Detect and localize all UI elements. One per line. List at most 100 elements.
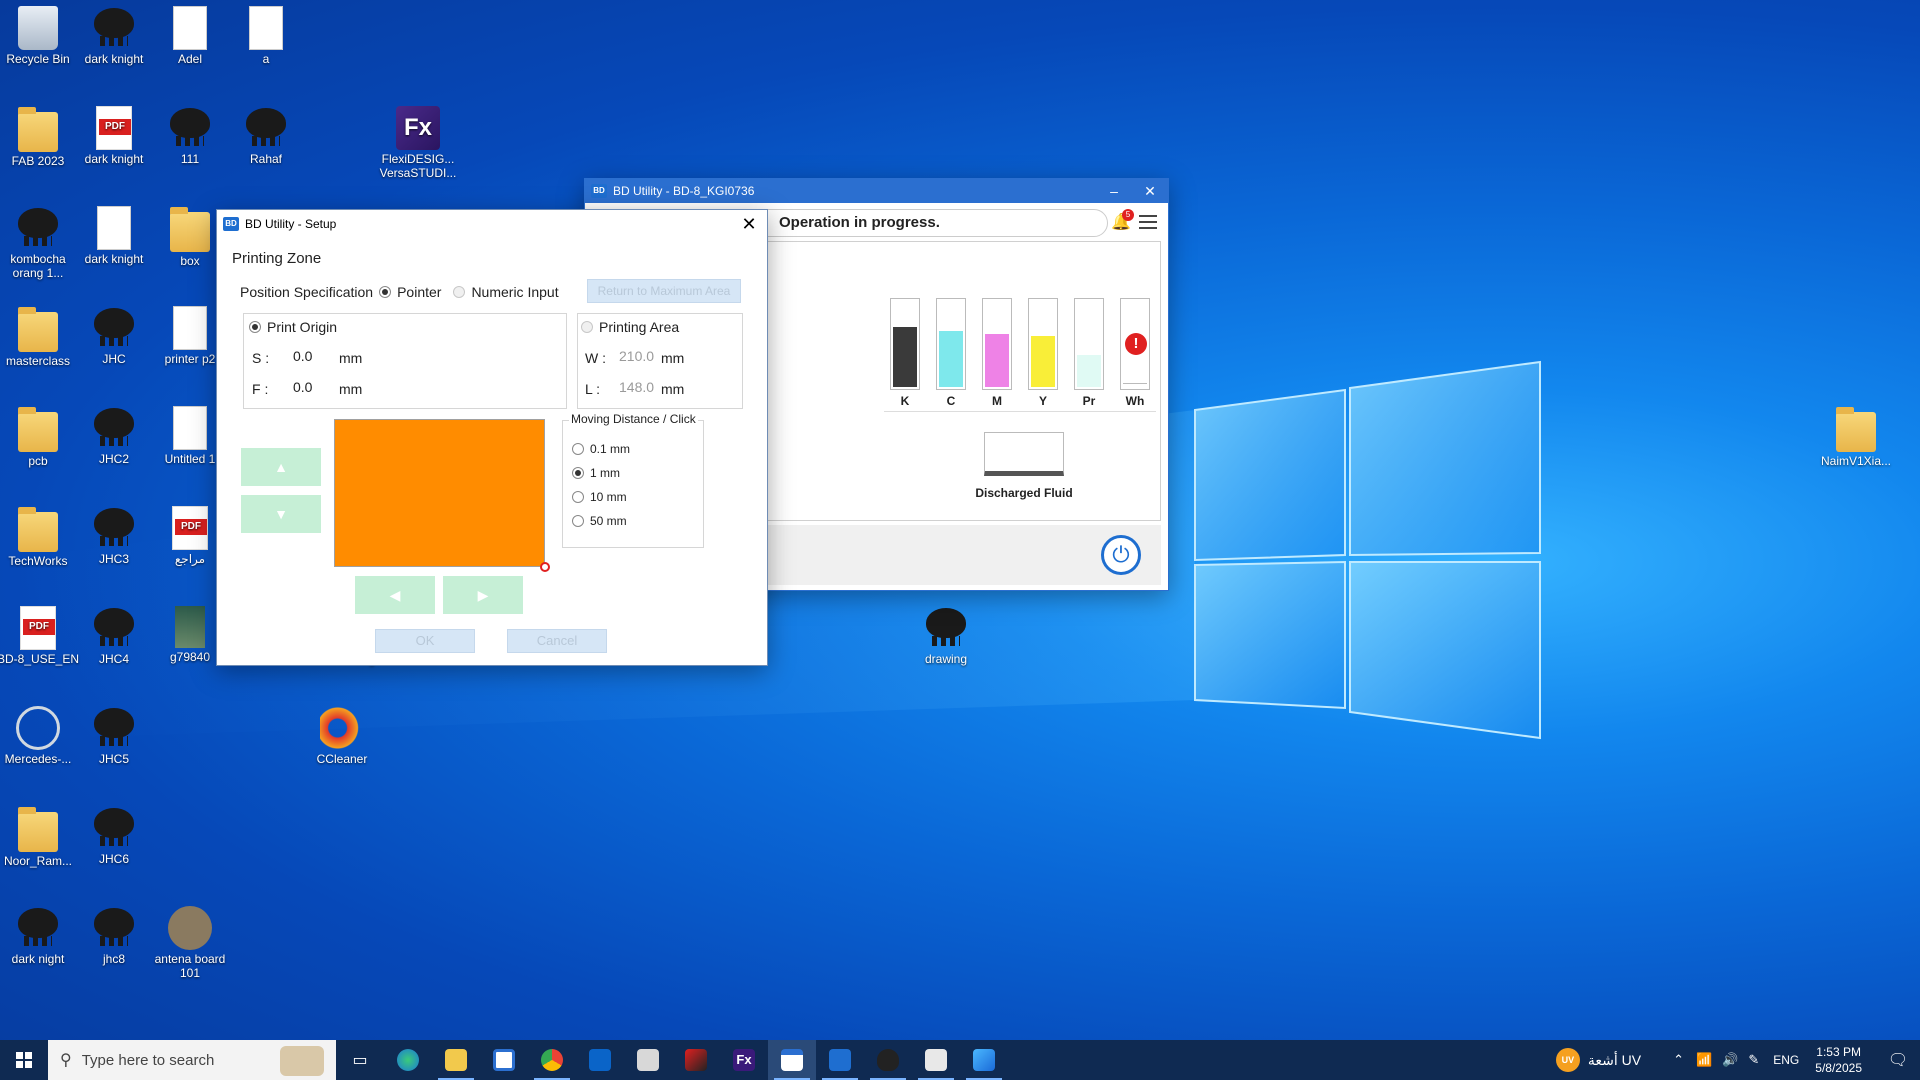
move-up-button[interactable]: ▲ — [241, 448, 321, 486]
ink-fill — [1031, 336, 1055, 387]
desktop-icon[interactable]: JHC4 — [72, 606, 156, 666]
taskbar-file-explorer[interactable] — [432, 1040, 480, 1080]
cancel-button[interactable]: Cancel — [507, 629, 607, 653]
desktop-icon[interactable]: Fx FlexiDESIG... VersaSTUDI... — [376, 106, 460, 180]
printing-zone-preview[interactable] — [334, 419, 545, 567]
move-left-button[interactable]: ◀ — [355, 576, 435, 614]
power-icon[interactable]: ⏻ — [1101, 535, 1141, 575]
desktop-icon[interactable]: drawing — [904, 606, 988, 666]
desktop-icon[interactable]: JHC6 — [72, 806, 156, 866]
taskbar-app-doc[interactable] — [912, 1040, 960, 1080]
setup-close-button[interactable]: ✕ — [731, 212, 767, 236]
taskbar-chrome[interactable] — [528, 1040, 576, 1080]
desktop-icon[interactable]: JHC5 — [72, 706, 156, 766]
minimize-button[interactable]: – — [1096, 179, 1132, 203]
desktop-icon[interactable]: Noor_Ram... — [0, 806, 80, 868]
ok-button[interactable]: OK — [375, 629, 475, 653]
close-button[interactable]: ✕ — [1132, 179, 1168, 203]
setup-titlebar[interactable]: BD BD Utility - Setup ✕ — [217, 210, 767, 238]
network-icon[interactable]: 📶 — [1696, 1052, 1712, 1068]
pen-icon[interactable]: ✎ — [1748, 1052, 1759, 1068]
desktop-icon[interactable]: JHC — [72, 306, 156, 366]
w-value-field[interactable]: 210.0 — [619, 348, 654, 364]
start-button[interactable] — [0, 1040, 48, 1080]
taskbar-outlook[interactable] — [576, 1040, 624, 1080]
moving-option-radio[interactable] — [572, 467, 584, 479]
desktop-icon[interactable]: pcb — [0, 406, 80, 468]
notification-bell-icon[interactable]: 🔔 5 — [1109, 209, 1134, 235]
taskbar-bd-utility[interactable] — [768, 1040, 816, 1080]
weather-text[interactable]: أشعة UV — [1588, 1052, 1641, 1069]
move-down-button[interactable]: ▼ — [241, 495, 321, 533]
desktop-icon[interactable]: dark night — [0, 906, 80, 966]
print-origin-radio[interactable] — [249, 321, 261, 333]
desktop-icon-label: JHC5 — [98, 752, 129, 766]
taskbar-inkscape[interactable] — [864, 1040, 912, 1080]
printing-area-label: Printing Area — [599, 319, 680, 335]
desktop-icon[interactable]: dark knight — [72, 206, 156, 266]
desktop-icon[interactable]: CCleaner — [300, 706, 384, 766]
desktop-icon[interactable]: kombocha orang 1... — [0, 206, 80, 280]
volume-icon[interactable]: 🔊 — [1722, 1052, 1738, 1068]
main-window-titlebar[interactable]: BD BD Utility - BD-8_KGI0736 – ✕ — [585, 179, 1168, 203]
folder-icon — [445, 1049, 467, 1071]
taskbar-flexi[interactable]: Fx — [720, 1040, 768, 1080]
desktop-icon[interactable]: TechWorks — [0, 506, 80, 568]
moving-option-radio[interactable] — [572, 491, 584, 503]
moving-option-radio[interactable] — [572, 443, 584, 455]
pointer-radio[interactable] — [379, 286, 392, 298]
printing-area-radio[interactable] — [581, 321, 593, 333]
desktop-icon[interactable]: PDF dark knight — [72, 106, 156, 166]
desktop-icon[interactable]: FAB 2023 — [0, 106, 80, 168]
desktop-icon-label: Rahaf — [249, 152, 283, 166]
zone-corner-handle[interactable] — [540, 562, 550, 572]
s-value-field[interactable]: 0.0 — [293, 348, 312, 364]
taskbar-notepad[interactable] — [624, 1040, 672, 1080]
language-indicator[interactable]: ENG — [1773, 1053, 1799, 1067]
moving-option[interactable]: 0.1 mm — [572, 442, 630, 456]
ink-icon — [92, 6, 136, 50]
menu-icon[interactable] — [1139, 215, 1157, 229]
store-icon — [493, 1049, 515, 1071]
task-view-button[interactable]: ▭ — [336, 1040, 384, 1080]
numeric-input-radio[interactable] — [453, 286, 466, 298]
desktop-icon[interactable]: a — [224, 6, 308, 66]
folder-icon — [18, 107, 58, 152]
desktop-icon[interactable]: Recycle Bin — [0, 6, 80, 66]
desktop-icon[interactable]: PDF BD-8_USE_EN — [0, 606, 80, 666]
desktop-icon-label: JHC — [102, 352, 126, 366]
taskbar-search[interactable]: ⚲ Type here to search — [48, 1040, 336, 1080]
f-value-field[interactable]: 0.0 — [293, 379, 312, 395]
desktop-icon[interactable]: antena board 101 — [148, 906, 232, 980]
taskbar-versaworks[interactable] — [816, 1040, 864, 1080]
ink-tank-y — [1028, 298, 1058, 390]
chevron-up-icon[interactable]: ⌃ — [1673, 1052, 1684, 1068]
desktop-icon[interactable]: jhc8 — [72, 906, 156, 966]
moving-option[interactable]: 1 mm — [572, 466, 620, 480]
desktop-icon[interactable]: 111 — [148, 106, 232, 166]
desktop-icon[interactable]: JHC3 — [72, 506, 156, 566]
taskbar-store[interactable] — [480, 1040, 528, 1080]
moving-option-radio[interactable] — [572, 515, 584, 527]
desktop-icon[interactable]: JHC2 — [72, 406, 156, 466]
desktop-icon[interactable]: dark knight — [72, 6, 156, 66]
pdf-icon: PDF — [172, 506, 208, 550]
moving-option[interactable]: 50 mm — [572, 514, 627, 528]
move-right-button[interactable]: ▶ — [443, 576, 523, 614]
moving-option[interactable]: 10 mm — [572, 490, 627, 504]
desktop-icon[interactable]: Mercedes-... — [0, 706, 80, 766]
search-icon: ⚲ — [60, 1052, 72, 1069]
taskbar-photos[interactable] — [960, 1040, 1008, 1080]
l-value-field[interactable]: 148.0 — [619, 379, 654, 395]
return-to-maximum-area-button[interactable]: Return to Maximum Area — [587, 279, 741, 303]
clock[interactable]: 1:53 PM 5/8/2025 — [1815, 1044, 1862, 1076]
taskbar-app-red[interactable] — [672, 1040, 720, 1080]
moving-distance-box — [562, 420, 704, 548]
desktop-icon[interactable]: masterclass — [0, 306, 80, 368]
desktop-icon[interactable]: Adel — [148, 6, 232, 66]
taskbar-edge[interactable] — [384, 1040, 432, 1080]
desktop-icon[interactable]: Rahaf — [224, 106, 308, 166]
notification-center-icon[interactable]: 🗨 — [1876, 1050, 1920, 1070]
desktop-icon[interactable]: NaimV1Xia... — [1814, 406, 1898, 468]
weather-badge[interactable]: UV — [1555, 1048, 1580, 1072]
